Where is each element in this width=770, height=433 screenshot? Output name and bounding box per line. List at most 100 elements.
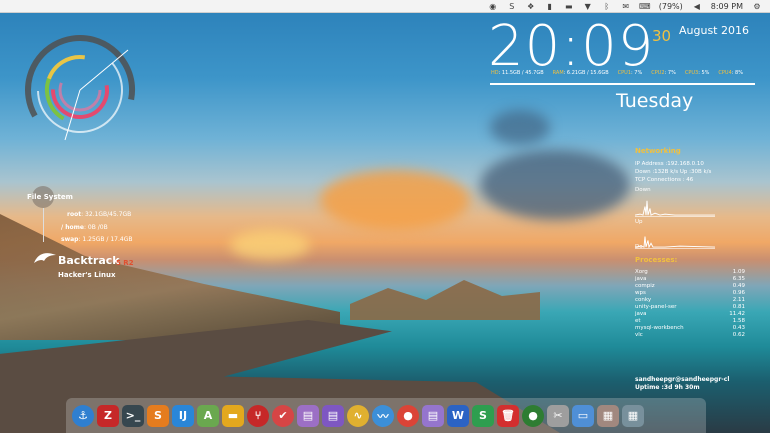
- skype-icon[interactable]: S: [507, 1, 517, 11]
- stat-value: : 11.5GB / 45.7GB: [498, 70, 544, 76]
- stat-label: CPU1: [617, 70, 632, 76]
- dock: ⚓ Z >_ S IJ A ▬ ⑂ ✔ ▤ ▤ ∿ 〰 ● ▤ W S 🗑 ● ✂ ▭ ▦ ▦: [66, 398, 706, 433]
- cloud-dark: [480, 150, 630, 220]
- huts-left: [0, 214, 340, 340]
- process-row: vlc 0.62: [635, 332, 745, 339]
- process-name: wps: [635, 290, 646, 296]
- stat-item: CPU3: 5%: [685, 70, 710, 76]
- user-host: sandheepgr@sandheepgr-cl: [635, 376, 730, 383]
- files-icon[interactable]: ▬: [222, 404, 244, 427]
- ip-address: IP Address :192.168.0.10: [635, 161, 704, 167]
- down-label: Down: [635, 187, 651, 193]
- filesystem-root: root: 32.1GB/45.7GB: [67, 211, 132, 218]
- text-editor-icon[interactable]: ▤: [422, 404, 444, 427]
- panel-clock[interactable]: 8:09 PM: [711, 2, 743, 11]
- download-graph: [635, 200, 715, 217]
- writer-icon[interactable]: ▤: [297, 404, 319, 427]
- process-name: unity-panel-ser: [635, 304, 677, 310]
- bluetooth-icon[interactable]: ᛒ: [602, 1, 612, 11]
- top-panel: ◉ S ❖ ▮ ▬ ▼ ᛒ ✉ ⌨ (79%) ◀ 8:09 PM ⚙: [0, 0, 770, 13]
- distro-version: 5 R2: [116, 259, 134, 267]
- stat-value: : 8%: [731, 70, 743, 76]
- process-name: mysql-workbench: [635, 325, 684, 331]
- process-cpu: 11.42: [729, 311, 745, 317]
- sublime-icon[interactable]: S: [147, 404, 169, 427]
- huts-right: [350, 280, 540, 320]
- process-name: java: [635, 276, 647, 282]
- stat-item: HD: 11.5GB / 45.7GB: [491, 70, 544, 76]
- process-cpu: 0.96: [732, 290, 745, 296]
- process-row: compiz 0.49: [635, 283, 745, 290]
- up-label: Up: [635, 219, 643, 225]
- stat-item: RAM: 6.21GB / 15.6GB: [553, 70, 609, 76]
- process-row: et 1.58: [635, 318, 745, 325]
- ring-meter-widget: [25, 35, 135, 145]
- wifi-icon[interactable]: ▼: [583, 1, 593, 11]
- process-cpu: 6.35: [732, 276, 745, 282]
- wps-writer-icon[interactable]: W: [447, 404, 469, 427]
- process-name: vlc: [635, 332, 643, 338]
- process-list: Xorg 1.09 java 6.35 compiz 0.49 wps 0.96 conky 2.…: [635, 269, 745, 339]
- distro-subtitle: Hacker's Linux: [58, 271, 116, 279]
- process-cpu: 0.62: [732, 332, 745, 338]
- mustache-icon[interactable]: 〰: [372, 404, 394, 427]
- process-name: et: [635, 318, 641, 324]
- process-row: unity-panel-ser 0.81: [635, 304, 745, 311]
- volume-icon[interactable]: ◀: [692, 1, 702, 11]
- filesystem-swap: swap: 1.25GB / 17.4GB: [61, 236, 133, 243]
- android-studio-icon[interactable]: A: [197, 404, 219, 427]
- process-row: conky 2.11: [635, 297, 745, 304]
- stat-value: : 5%: [698, 70, 710, 76]
- terminal-icon[interactable]: >_: [122, 404, 144, 427]
- photo-icon[interactable]: ▦: [597, 404, 619, 427]
- git-icon[interactable]: ⑂: [247, 404, 269, 427]
- anchor-icon[interactable]: ⚓: [72, 404, 94, 427]
- dropbox-icon[interactable]: ❖: [526, 1, 536, 11]
- filesystem-title: File System: [27, 193, 73, 201]
- process-name: java: [635, 311, 647, 317]
- wps-spreadsheet-icon[interactable]: S: [472, 404, 494, 427]
- process-row: mysql-workbench 0.43: [635, 325, 745, 332]
- uptime: Uptime :3d 9h 30m: [635, 384, 700, 391]
- workspace-switcher-icon[interactable]: ▦: [622, 404, 644, 427]
- green-circle-icon[interactable]: ●: [522, 404, 544, 427]
- keyboard-icon[interactable]: ⌨: [639, 1, 651, 11]
- filezilla-icon[interactable]: Z: [97, 404, 119, 427]
- process-cpu: 0.43: [732, 325, 745, 331]
- process-cpu: 1.58: [732, 318, 745, 324]
- processes-title: Processes:: [635, 256, 678, 264]
- process-row: Xorg 1.09: [635, 269, 745, 276]
- process-cpu: 1.09: [732, 269, 745, 275]
- filesystem-home: / home: 0B /0B: [61, 224, 108, 231]
- stat-value: : 6.21GB / 15.6GB: [563, 70, 609, 76]
- upload-graph: [635, 236, 715, 249]
- process-name: Xorg: [635, 269, 648, 275]
- intellij-icon[interactable]: IJ: [172, 404, 194, 427]
- tcp-connections: TCP Connections : 46: [635, 177, 694, 183]
- filesystem-tree-line: [43, 208, 44, 242]
- folder-icon[interactable]: ▬: [564, 1, 574, 11]
- document-icon[interactable]: ▤: [322, 404, 344, 427]
- process-cpu: 0.81: [732, 304, 745, 310]
- curve-tool-icon[interactable]: ∿: [347, 404, 369, 427]
- system-stats-row: HD: 11.5GB / 45.7GB RAM: 6.21GB / 15.6GB C…: [491, 70, 761, 76]
- battery-percent[interactable]: (79%): [659, 2, 683, 11]
- process-name: conky: [635, 297, 652, 303]
- mail-icon[interactable]: ✉: [621, 1, 631, 11]
- chrome-icon[interactable]: ●: [397, 404, 419, 427]
- settings-icon[interactable]: ⚙: [752, 1, 762, 11]
- screenshot-scissors-icon[interactable]: ✂: [547, 404, 569, 427]
- process-name: compiz: [635, 283, 655, 289]
- trash-icon[interactable]: 🗑: [497, 404, 519, 427]
- window-icon[interactable]: ▭: [572, 404, 594, 427]
- down-label-2: Do: [635, 244, 643, 250]
- process-row: java 11.42: [635, 311, 745, 318]
- chrome-icon[interactable]: ◉: [488, 1, 498, 11]
- stat-label: CPU2: [651, 70, 665, 76]
- stat-label: RAM: [552, 70, 564, 76]
- networking-title: Networking: [635, 147, 681, 155]
- process-row: wps 0.96: [635, 290, 745, 297]
- battery-indicator-icon[interactable]: ▮: [545, 1, 555, 11]
- clock-divider: [490, 83, 755, 85]
- todo-icon[interactable]: ✔: [272, 404, 294, 427]
